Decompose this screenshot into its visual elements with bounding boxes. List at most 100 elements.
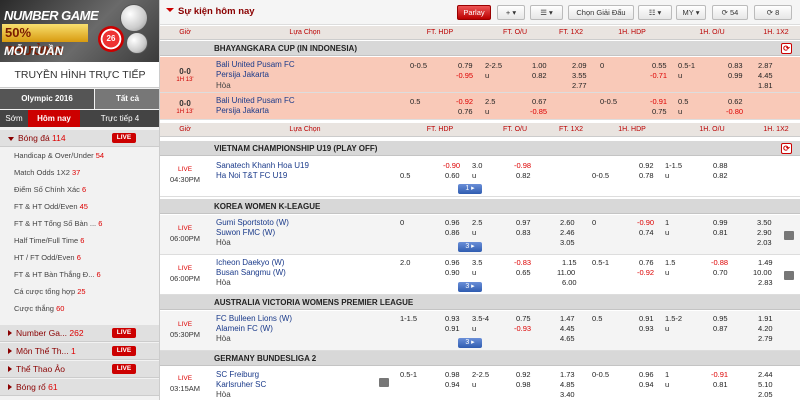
tv-icon[interactable] — [379, 378, 389, 387]
tab-live[interactable]: Trực tiếp 4 — [80, 110, 159, 127]
sidebar-item-football[interactable]: Bóng đá 114 LIVE — [0, 130, 159, 147]
odds-value[interactable]: -0.91 — [711, 370, 728, 379]
odds-value[interactable]: -0.93 — [514, 324, 531, 333]
odds-value[interactable]: 0.78 — [639, 171, 654, 180]
odds-value[interactable]: 0.86 — [445, 228, 460, 237]
odds-value[interactable]: 0.55 — [652, 61, 667, 70]
odds-value[interactable]: 0.76 — [458, 107, 473, 116]
odds-value[interactable]: 0.83 — [516, 228, 531, 237]
tab-olympic[interactable]: Olympic 2016 — [0, 89, 94, 109]
sidebar-subitem[interactable]: HT / FT Odd/Even 6 — [14, 250, 81, 266]
sidebar-subitem[interactable]: Cá cược tổng hợp 25 — [14, 284, 86, 300]
odds-value[interactable]: 0.95 — [713, 314, 728, 323]
odds-value[interactable]: 0.88 — [713, 161, 728, 170]
odds-value[interactable]: 0.92 — [516, 370, 531, 379]
odds-value[interactable]: 4.20 — [758, 324, 773, 333]
odds-value[interactable]: 1.49 — [758, 258, 773, 267]
odds-value[interactable]: 1.73 — [560, 370, 575, 379]
odds-value[interactable]: 0.97 — [516, 218, 531, 227]
odds-value[interactable]: 5.10 — [758, 380, 773, 389]
odds-value[interactable]: 0.62 — [728, 97, 743, 106]
odds-value[interactable]: 0.92 — [639, 161, 654, 170]
odds-value[interactable]: -0.95 — [456, 71, 473, 80]
odds-value[interactable]: 4.45 — [758, 71, 773, 80]
odds-value[interactable]: -0.92 — [637, 268, 654, 277]
odds-value[interactable]: 0.98 — [516, 380, 531, 389]
sidebar-subitem[interactable]: Cược thắng 60 — [14, 301, 64, 317]
odds-value[interactable]: 0.79 — [458, 61, 473, 70]
odds-value[interactable]: 10.00 — [753, 268, 772, 277]
odds-value[interactable]: 0.96 — [639, 370, 654, 379]
odds-value[interactable]: 1.47 — [560, 314, 575, 323]
live-tv-link[interactable]: TRUYỀN HÌNH TRỰC TIẾP — [0, 62, 159, 88]
sidebar-item-number-game[interactable]: Number Ga... 262 LIVE — [0, 325, 159, 342]
more-markets-button[interactable]: 3 ▸ — [458, 338, 482, 348]
odds-value[interactable]: 0.75 — [516, 314, 531, 323]
odds-value[interactable]: 2.83 — [758, 278, 773, 287]
sidebar-subitem[interactable]: FT & HT Odd/Even 45 — [14, 199, 88, 215]
odds-value[interactable]: 0.91 — [639, 314, 654, 323]
odds-value[interactable]: 2.03 — [757, 238, 772, 247]
sidebar-subitem[interactable]: Half Time/Full Time 6 — [14, 233, 84, 249]
odds-value[interactable]: 0.91 — [445, 324, 460, 333]
odds-value[interactable]: 3.05 — [560, 238, 575, 247]
odds-value[interactable]: 3.40 — [560, 390, 575, 399]
odds-value[interactable]: 2.44 — [758, 370, 773, 379]
refresh-live-button[interactable]: ⟳ 54 — [712, 5, 748, 20]
sidebar-subitem[interactable]: Handicap & Over/Under 54 — [14, 148, 104, 164]
odds-value[interactable]: 2.87 — [758, 61, 773, 70]
more-markets-button[interactable]: 3 ▸ — [458, 282, 482, 292]
odds-value[interactable]: 4.85 — [560, 380, 575, 389]
more-markets-button[interactable]: 3 ▸ — [458, 242, 482, 252]
tab-all[interactable]: Tất cả — [95, 89, 159, 109]
sidebar-subitem[interactable]: FT & HT Tổng Số Bàn ... 6 — [14, 216, 102, 232]
odds-value[interactable]: 0.67 — [532, 97, 547, 106]
odds-value[interactable]: 2.09 — [572, 61, 587, 70]
odds-value[interactable]: -0.98 — [514, 161, 531, 170]
odds-value[interactable]: 3.50 — [757, 218, 772, 227]
odds-value[interactable]: -0.80 — [726, 107, 743, 116]
odds-value[interactable]: -0.85 — [530, 107, 547, 116]
odds-value[interactable]: 0.93 — [639, 324, 654, 333]
more-markets-button[interactable]: 1 ▸ — [458, 184, 482, 194]
odds-value[interactable]: 0.96 — [445, 218, 460, 227]
odds-value[interactable]: 0.75 — [652, 107, 667, 116]
odds-value[interactable]: 0.99 — [713, 218, 728, 227]
odds-value[interactable]: 0.93 — [445, 314, 460, 323]
choose-league-button[interactable]: Chọn Giải Đấu — [568, 5, 634, 20]
tab-early[interactable]: Sớm — [0, 110, 28, 127]
stats-icon[interactable] — [784, 231, 794, 240]
odds-value[interactable]: 0.65 — [516, 268, 531, 277]
view-mode-button[interactable]: ☷ ▾ — [638, 5, 672, 20]
stats-icon[interactable] — [784, 271, 794, 280]
odds-value[interactable]: 0.94 — [445, 380, 460, 389]
sidebar-item-virtual-sports[interactable]: Thể Thao Ảo LIVE — [0, 361, 159, 378]
odds-value[interactable]: 0.96 — [445, 258, 460, 267]
odds-value[interactable]: 0.82 — [516, 171, 531, 180]
odds-value[interactable]: -0.90 — [443, 161, 460, 170]
odds-value[interactable]: 6.00 — [562, 278, 577, 287]
odds-value[interactable]: 2.05 — [758, 390, 773, 399]
odds-value[interactable]: 1.00 — [532, 61, 547, 70]
odds-value[interactable]: 2.90 — [757, 228, 772, 237]
odds-value[interactable]: 2.60 — [560, 218, 575, 227]
sidebar-item-other-sports[interactable]: Môn Thể Th... 1 LIVE — [0, 343, 159, 360]
refresh-icon[interactable]: ⟳ — [781, 143, 792, 154]
odds-value[interactable]: 0.74 — [639, 228, 654, 237]
odds-value[interactable]: 0.81 — [713, 228, 728, 237]
tab-today[interactable]: Hôm nay — [28, 110, 80, 127]
sidebar-item-basketball[interactable]: Bóng rổ 61 — [0, 379, 159, 396]
refresh-icon[interactable]: ⟳ — [781, 43, 792, 54]
odds-value[interactable]: 2.79 — [758, 334, 773, 343]
odds-value[interactable]: 3.55 — [572, 71, 587, 80]
odds-value[interactable]: 0.98 — [445, 370, 460, 379]
odds-value[interactable]: 1.81 — [758, 81, 773, 90]
odds-value[interactable]: -0.71 — [650, 71, 667, 80]
collapse-icon[interactable] — [166, 8, 174, 12]
odds-value[interactable]: 11.00 — [557, 268, 575, 277]
odds-value[interactable]: 1.91 — [758, 314, 773, 323]
odds-value[interactable]: 1.15 — [562, 258, 577, 267]
odds-value[interactable]: 0.99 — [728, 71, 743, 80]
odds-value[interactable]: 4.65 — [560, 334, 575, 343]
odds-value[interactable]: -0.92 — [456, 97, 473, 106]
